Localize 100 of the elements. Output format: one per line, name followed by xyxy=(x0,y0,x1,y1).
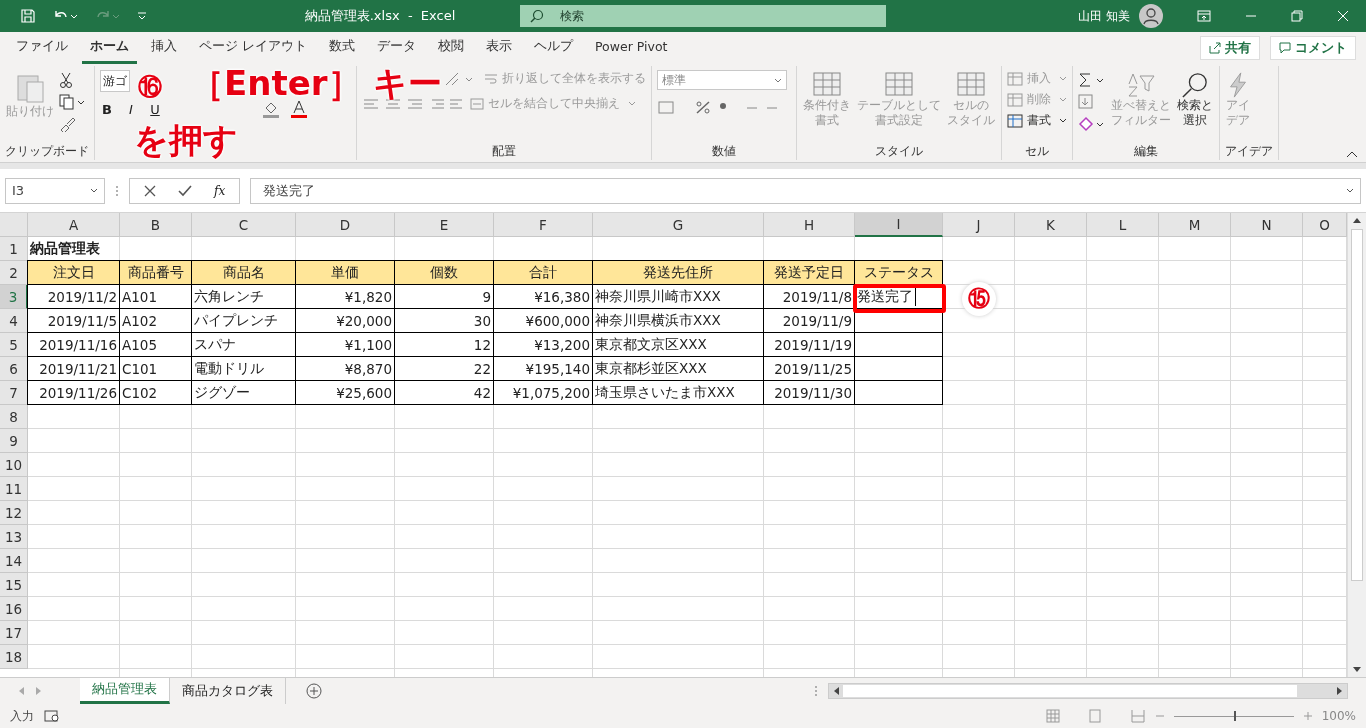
scroll-right-icon[interactable] xyxy=(1337,687,1343,695)
column-header[interactable]: N xyxy=(1231,213,1303,237)
sum-icon[interactable] xyxy=(1078,72,1106,88)
table-cell: ジグゾー xyxy=(192,381,296,405)
ribbon-display-icon[interactable] xyxy=(1197,10,1211,22)
comment-button[interactable]: コメント xyxy=(1270,36,1356,60)
row-header[interactable]: 17 xyxy=(0,621,28,645)
copy-icon[interactable] xyxy=(59,94,85,110)
ribbon-tab[interactable]: ページ レイアウト xyxy=(191,32,315,64)
column-header[interactable]: E xyxy=(395,213,494,237)
sheet-tab[interactable]: 納品管理表 xyxy=(80,678,170,704)
brush-icon[interactable] xyxy=(59,116,75,132)
instruction-text: ［Enter］ キー xyxy=(190,66,443,100)
table-cell: 22 xyxy=(395,357,494,381)
row-header[interactable]: 2 xyxy=(0,261,28,285)
eraser-icon[interactable] xyxy=(1078,116,1106,132)
table-cell: C101 xyxy=(120,357,192,381)
ribbon-tab[interactable]: 数式 xyxy=(321,32,363,64)
row-header[interactable]: 15 xyxy=(0,573,28,597)
scroll-up-icon[interactable] xyxy=(1353,217,1361,223)
window-title: 納品管理表.xlsx - Excel xyxy=(303,7,457,25)
search-field[interactable]: 検索 xyxy=(520,5,886,27)
column-header[interactable]: A xyxy=(28,213,120,237)
ribbon-tab[interactable]: ファイル xyxy=(8,32,76,64)
row-header[interactable]: 11 xyxy=(0,477,28,501)
restore-icon[interactable] xyxy=(1291,10,1303,22)
insert-function-button[interactable]: fx xyxy=(214,183,226,198)
header-cell: 単価 xyxy=(296,260,395,285)
macro-record-icon[interactable] xyxy=(44,709,60,723)
collapse-ribbon-icon[interactable] xyxy=(1346,150,1358,158)
row-header[interactable]: 18 xyxy=(0,645,28,669)
add-sheet-icon[interactable] xyxy=(306,683,322,699)
row-header[interactable]: 5 xyxy=(0,333,28,357)
font-color-icon[interactable] xyxy=(290,100,308,118)
row-header[interactable]: 7 xyxy=(0,381,28,405)
cancel-icon[interactable] xyxy=(144,184,156,197)
editing-button[interactable]: 検索と 選択 xyxy=(1176,70,1214,130)
column-header[interactable]: M xyxy=(1159,213,1231,237)
ribbon-tab[interactable]: 表示 xyxy=(478,32,520,64)
row-header[interactable]: 3 xyxy=(0,285,28,309)
table-cell: 2019/11/30 xyxy=(764,381,855,405)
scissors-icon[interactable] xyxy=(59,72,73,88)
row-header[interactable]: 14 xyxy=(0,549,28,573)
table-cell: ¥1,075,200 xyxy=(494,381,593,405)
row-header[interactable]: 10 xyxy=(0,453,28,477)
row-header[interactable]: 13 xyxy=(0,525,28,549)
column-header[interactable]: F xyxy=(494,213,593,237)
avatar-icon[interactable] xyxy=(1139,4,1163,28)
close-icon[interactable] xyxy=(1337,10,1349,22)
column-header[interactable]: G xyxy=(593,213,764,237)
bold-button[interactable]: B xyxy=(100,101,114,117)
column-header[interactable]: O xyxy=(1303,213,1347,237)
drag-handle-icon[interactable] xyxy=(115,184,119,197)
sort-filter-icon xyxy=(1126,72,1156,98)
group-label: 配置 xyxy=(491,143,517,160)
customize-icon[interactable] xyxy=(136,10,148,22)
scroll-left-icon[interactable] xyxy=(833,687,839,695)
vertical-scrollbar[interactable] xyxy=(1347,213,1366,677)
check-icon[interactable] xyxy=(178,184,192,197)
scroll-thumb[interactable] xyxy=(843,685,1297,697)
drag-handle-icon[interactable] xyxy=(814,685,818,697)
cells-button[interactable]: 書式 xyxy=(1007,112,1067,129)
number-format-field[interactable]: 標準 xyxy=(657,70,787,90)
fill-color-icon[interactable] xyxy=(262,100,280,118)
column-header[interactable]: I xyxy=(855,213,943,237)
column-header[interactable]: B xyxy=(120,213,192,237)
row-header[interactable]: 9 xyxy=(0,429,28,453)
scroll-thumb[interactable] xyxy=(1351,229,1363,581)
ribbon-tab[interactable]: 校閲 xyxy=(430,32,472,64)
sheet-tab[interactable]: 商品カタログ表 xyxy=(170,678,286,704)
ribbon-tab[interactable]: ヘルプ xyxy=(526,32,581,64)
ribbon-tab[interactable]: データ xyxy=(369,32,424,64)
formula-field[interactable]: 発送完了 xyxy=(250,177,1361,204)
column-header[interactable]: C xyxy=(192,213,296,237)
italic-button[interactable]: I xyxy=(124,101,138,117)
row-header[interactable]: 1 xyxy=(0,237,28,261)
save-icon[interactable] xyxy=(20,8,36,24)
font-name-field[interactable]: 游ゴ xyxy=(100,70,130,92)
column-header[interactable]: J xyxy=(943,213,1015,237)
table-cell: 神奈川県横浜市XXX xyxy=(593,309,764,333)
ribbon-tab[interactable]: ホーム xyxy=(82,32,137,64)
name-box[interactable]: I3 xyxy=(5,177,105,204)
share-button[interactable]: 共有 xyxy=(1200,36,1260,60)
row-header[interactable]: 4 xyxy=(0,309,28,333)
row-header[interactable]: 12 xyxy=(0,501,28,525)
ribbon-tab[interactable]: 挿入 xyxy=(143,32,185,64)
search-icon xyxy=(530,9,544,23)
instruction-text: を押す xyxy=(134,120,238,160)
row-header[interactable]: 6 xyxy=(0,357,28,381)
ribbon-tab[interactable]: Power Pivot xyxy=(587,33,676,63)
row-header[interactable]: 8 xyxy=(0,405,28,429)
caret-icon xyxy=(1059,97,1067,102)
column-header[interactable]: D xyxy=(296,213,395,237)
column-header[interactable]: L xyxy=(1087,213,1159,237)
row-header[interactable]: 16 xyxy=(0,597,28,621)
column-header[interactable]: H xyxy=(764,213,855,237)
column-header[interactable]: K xyxy=(1015,213,1087,237)
scroll-down-icon[interactable] xyxy=(1353,667,1361,673)
horizontal-scrollbar[interactable] xyxy=(828,683,1348,699)
underline-button[interactable]: U xyxy=(148,101,162,117)
